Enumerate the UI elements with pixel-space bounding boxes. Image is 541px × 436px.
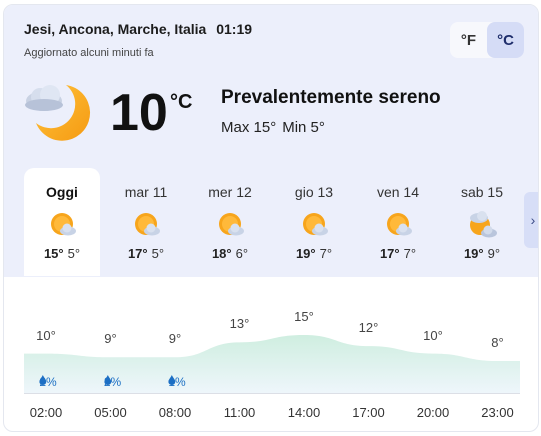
day-label: Oggi — [46, 184, 78, 200]
day-max-temp: 19° — [463, 246, 484, 261]
max-temp: Max 15° — [221, 119, 277, 136]
day-label: gio 13 — [294, 184, 334, 200]
weather-summary-panel: Jesi, Ancona, Marche, Italia 01:19 Aggio… — [4, 5, 538, 277]
min-max-temps: Max 15° Min 5° — [221, 119, 325, 136]
raindrop-icon — [103, 375, 111, 385]
hour-precip: 2% — [39, 375, 57, 389]
day-min-temp: 7° — [319, 246, 333, 261]
sun-cloud-icon — [48, 210, 78, 240]
hour-temp-label: 9° — [168, 331, 182, 347]
unit-toggle: °F °C — [450, 22, 524, 58]
day-temps: 17° 7° — [360, 246, 436, 261]
partly-cloudy-icon — [468, 210, 498, 240]
sun-cloud-icon — [300, 210, 330, 240]
next-days-button[interactable]: › — [524, 192, 538, 248]
day-min-temp: 5° — [151, 246, 165, 261]
hour-temp-label: 10° — [36, 327, 56, 343]
day-item-2[interactable]: mer 12 18° 6° — [192, 168, 268, 276]
min-temp: Min 5° — [282, 119, 325, 136]
day-min-temp: 5° — [67, 246, 81, 261]
sun-cloud-icon — [384, 210, 414, 240]
hour-precip: 1% — [168, 375, 186, 389]
day-max-temp: 19° — [295, 246, 316, 261]
hourly-baseline — [24, 393, 520, 394]
condition-text: Prevalentemente sereno — [221, 87, 441, 108]
day-max-temp: 17° — [379, 246, 400, 261]
hour-temp-label: 12° — [358, 320, 379, 336]
day-temps: 19° 9° — [444, 246, 520, 261]
day-temps: 15° 5° — [24, 246, 100, 261]
hour-precip: 2% — [103, 375, 121, 389]
raindrop-icon — [39, 375, 47, 385]
sun-cloud-icon — [216, 210, 246, 240]
day-label: sab 15 — [460, 184, 504, 200]
hourly-temperature-chart — [24, 335, 520, 393]
updated-label: Aggiornato alcuni minuti fa — [24, 47, 154, 59]
sun-cloud-icon — [132, 210, 162, 240]
day-min-temp: 9° — [487, 246, 501, 261]
day-temps: 18° 6° — [192, 246, 268, 261]
day-max-temp: 17° — [127, 246, 148, 261]
day-item-5[interactable]: sab 15 19° 9° — [444, 168, 520, 276]
hour-label: 08:00 — [158, 405, 192, 420]
hour-label: 23:00 — [481, 405, 514, 420]
celsius-button[interactable]: °C — [487, 22, 524, 58]
hour-temp-label: 10° — [423, 327, 443, 343]
hour-label: 11:00 — [223, 405, 256, 420]
day-min-temp: 6° — [235, 246, 249, 261]
day-label: mer 12 — [208, 184, 252, 200]
day-temps: 19° 7° — [276, 246, 352, 261]
daily-forecast: Oggi 15° 5° mar 11 17° 5° mer 12 18° 6° gio 13 19°… — [24, 168, 520, 276]
day-temps: 17° 5° — [108, 246, 184, 261]
hour-temp-label: 9° — [104, 331, 117, 347]
fahrenheit-button[interactable]: °F — [450, 22, 487, 58]
day-item-4[interactable]: ven 14 17° 7° — [360, 168, 436, 276]
hour-label: 17:00 — [352, 405, 385, 420]
temperature-area — [24, 335, 520, 393]
day-max-temp: 18° — [211, 246, 232, 261]
day-label: ven 14 — [376, 184, 420, 200]
day-item-1[interactable]: mar 11 17° 5° — [108, 168, 184, 276]
hour-temp-label: 8° — [491, 335, 504, 350]
day-label: mar 11 — [124, 184, 168, 200]
local-time: 01:19 — [216, 21, 253, 37]
hour-temp-label: 13° — [229, 316, 250, 332]
raindrop-icon — [168, 375, 176, 385]
weather-card: Jesi, Ancona, Marche, Italia 01:19 Aggio… — [3, 4, 539, 432]
day-min-temp: 7° — [403, 246, 417, 261]
day-item-0[interactable]: Oggi 15° 5° — [24, 168, 100, 276]
hour-label: 05:00 — [94, 405, 127, 420]
day-max-temp: 15° — [43, 246, 64, 261]
day-item-3[interactable]: gio 13 19° 7° — [276, 168, 352, 276]
hour-label: 20:00 — [416, 405, 450, 420]
hour-temp-label: 15° — [294, 309, 314, 324]
location-header: Jesi, Ancona, Marche, Italia 01:19 — [24, 21, 252, 37]
current-temperature-unit: °C — [170, 91, 193, 113]
hourly-forecast: 10° 2% 02:00 9° 2% 05:00 9° 1% 08:00 13° 11:00 15° 1… — [4, 277, 538, 431]
moon-cloud-icon — [25, 85, 91, 141]
location-name: Jesi, Ancona, Marche, Italia — [24, 21, 207, 37]
current-temperature: 10 — [110, 84, 168, 142]
hour-label: 14:00 — [287, 405, 321, 420]
hour-label: 02:00 — [29, 405, 63, 420]
